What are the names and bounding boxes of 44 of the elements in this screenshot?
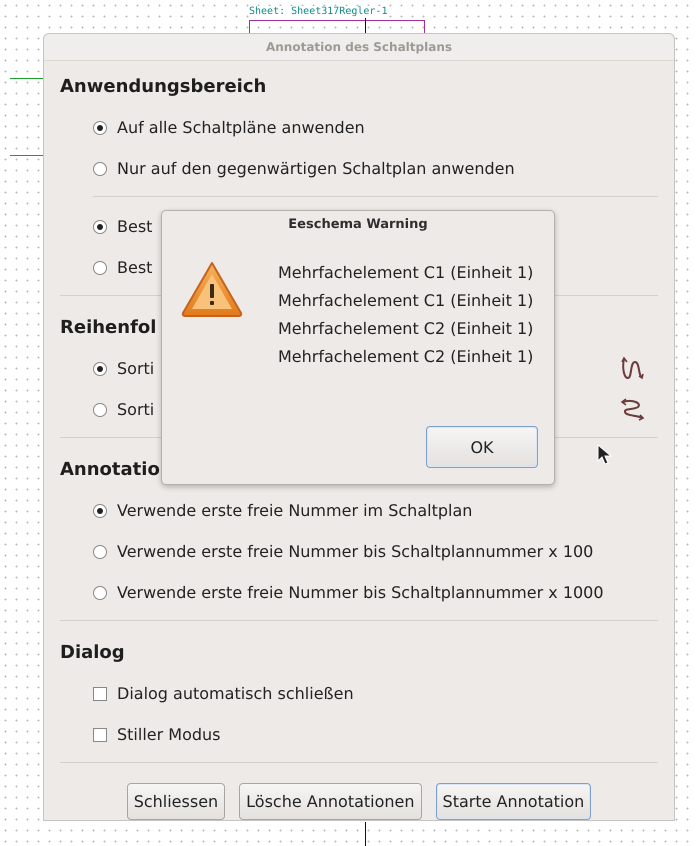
dialog-button[interactable]: Lösche Annotationen	[239, 783, 422, 820]
option-label: Sorti	[117, 400, 154, 419]
option-label: Best	[117, 258, 152, 277]
window-title: Annotation des Schaltplans	[266, 40, 452, 54]
radio-button[interactable]	[93, 120, 107, 134]
radio-button[interactable]	[93, 402, 107, 416]
section-heading: Anwendungsbereich	[60, 75, 266, 99]
warning-message: Mehrfachelement C1 (Einheit 1)	[278, 290, 534, 312]
section-heading: Reihenfol	[60, 316, 156, 340]
option-label: Dialog automatisch schließen	[117, 684, 354, 703]
section-heading: Annotatio	[60, 458, 160, 482]
mouse-cursor-icon	[597, 444, 613, 466]
wavy-arrow-icon	[620, 356, 646, 382]
warning-message: Mehrfachelement C2 (Einheit 1)	[278, 346, 534, 368]
warning-message: Mehrfachelement C1 (Einheit 1)	[278, 262, 534, 284]
wire-line	[365, 822, 366, 846]
dialog-button[interactable]: Starte Annotation	[436, 783, 592, 820]
option-label: Verwende erste freie Nummer bis Schaltplannummer x 100	[117, 542, 594, 561]
ok-button[interactable]: OK	[426, 426, 538, 468]
radio-button[interactable]	[93, 260, 107, 274]
option-label: Nur auf den gegenwärtigen Schaltplan anwenden	[117, 159, 515, 178]
radio-button[interactable]	[93, 586, 107, 600]
radio-button[interactable]	[93, 220, 107, 234]
dialog-button[interactable]: Schliessen	[126, 783, 226, 820]
wire-line	[10, 78, 44, 79]
radio-button[interactable]	[93, 544, 107, 558]
warning-icon	[180, 260, 244, 318]
sheet-label: Sheet: Sheet317Regler-1	[249, 6, 388, 18]
warning-message: Mehrfachelement C2 (Einheit 1)	[278, 318, 534, 340]
checkbox[interactable]	[93, 728, 107, 742]
radio-button[interactable]	[93, 362, 107, 376]
option-label: Sorti	[117, 359, 154, 378]
wire-line	[10, 155, 44, 156]
option-label: Auf alle Schaltpläne anwenden	[117, 118, 365, 137]
window-title: Eeschema Warning	[287, 216, 429, 234]
option-label: Stiller Modus	[117, 725, 220, 744]
zigzag-arrow-icon	[620, 396, 646, 422]
option-label: Verwende erste freie Nummer im Schaltplan	[117, 501, 472, 520]
checkbox[interactable]	[93, 686, 107, 700]
radio-button[interactable]	[93, 504, 107, 518]
section-heading: Dialog	[60, 641, 125, 665]
radio-button[interactable]	[93, 162, 107, 176]
option-label: Verwende erste freie Nummer bis Schaltplannummer x 1000	[117, 583, 604, 602]
option-label: Best	[117, 217, 152, 236]
